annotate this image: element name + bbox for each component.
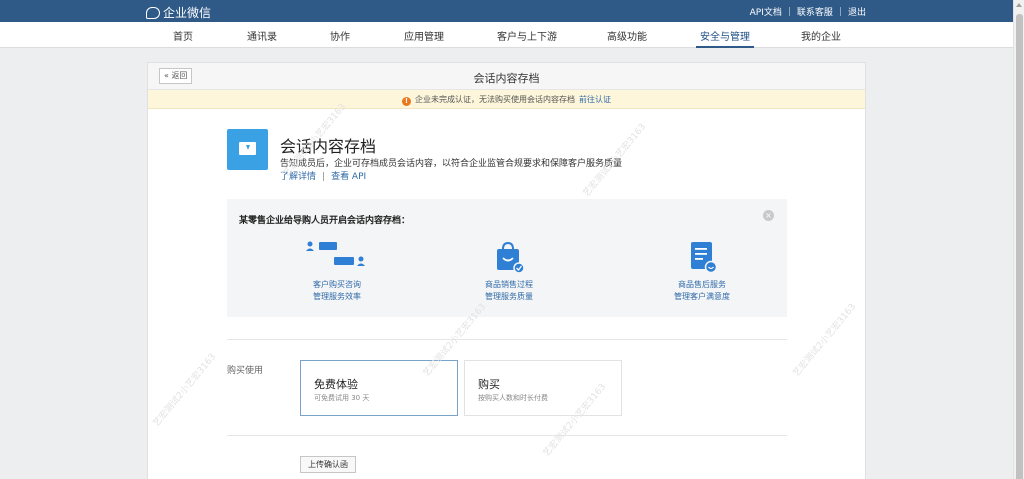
logout-link[interactable]: 退出 xyxy=(848,5,866,18)
close-icon[interactable]: × xyxy=(763,210,774,221)
top-links: API文档 | 联系客服 | 退出 xyxy=(750,5,866,19)
nav-customers-upstream[interactable]: 客户与上下游 xyxy=(497,28,557,43)
use-case-line1: 商品销售过程 xyxy=(485,280,533,289)
top-bar: 企业微信 API文档 | 联系客服 | 退出 xyxy=(0,0,1013,22)
section-divider xyxy=(227,339,787,340)
nav-app-management[interactable]: 应用管理 xyxy=(404,28,444,43)
free-trial-option[interactable]: 免费体验 可免费试用 30 天 xyxy=(300,360,458,416)
watermark: 艺宏测试2小艺宏3163 xyxy=(151,352,219,429)
option-title: 购买 xyxy=(478,378,500,391)
panel-header: « 返回 会话内容存档 xyxy=(148,63,865,90)
feature-title: 会话内容存档 xyxy=(280,137,377,156)
go-verify-link[interactable]: 前往认证 xyxy=(579,95,611,104)
buy-option[interactable]: 购买 按购买人数和时长付费 xyxy=(464,360,622,416)
use-case-line2: 管理服务效率 xyxy=(313,292,361,301)
warning-text: 企业未完成认证，无法购买使用会话内容存档 xyxy=(415,95,575,104)
document-smile-icon xyxy=(686,241,718,274)
link-separator: | xyxy=(322,172,326,182)
nav-contacts[interactable]: 通讯录 xyxy=(247,28,277,43)
use-case-box: 某零售企业给导购人员开启会话内容存档： × 客户购买咨询 管理服务效率 商品销售… xyxy=(227,199,787,317)
link-separator: | xyxy=(787,6,791,17)
page-title: 会话内容存档 xyxy=(473,72,540,85)
learn-more-link[interactable]: 了解详情 xyxy=(280,172,316,182)
feature-links: 了解详情 | 查看 API xyxy=(280,169,366,182)
scroll-up-arrow-icon[interactable] xyxy=(1016,3,1022,7)
chat-people-icon xyxy=(305,241,369,273)
feature-description: 告知成员后，企业可存档成员会话内容，以符合企业监管合规要求和保障客户服务质量 xyxy=(280,159,623,169)
upload-confirmation-button[interactable]: 上传确认函 xyxy=(300,456,356,473)
use-case-item: 商品售后服务 管理客户满意度 xyxy=(632,241,772,303)
api-docs-link[interactable]: API文档 xyxy=(750,5,782,18)
use-case-line1: 客户购买咨询 xyxy=(313,280,361,289)
nav-my-company[interactable]: 我的企业 xyxy=(801,28,841,43)
verification-warning-bar: ! 企业未完成认证，无法购买使用会话内容存档 前往认证 xyxy=(148,90,865,109)
link-separator: | xyxy=(838,6,842,17)
use-case-line2: 管理服务质量 xyxy=(485,292,533,301)
use-case-title: 某零售企业给导购人员开启会话内容存档： xyxy=(239,216,411,226)
page-scrollbar[interactable] xyxy=(1013,0,1024,479)
shopping-bag-icon xyxy=(493,241,525,274)
nav-security-management[interactable]: 安全与管理 xyxy=(696,28,754,48)
main-nav: 首页 通讯录 协作 应用管理 客户与上下游 高级功能 安全与管理 我的企业 xyxy=(0,22,1013,48)
scrollbar-thumb[interactable] xyxy=(1016,14,1023,479)
option-title: 免费体验 xyxy=(314,378,358,391)
use-case-item: 商品销售过程 管理服务质量 xyxy=(439,241,579,303)
logo-text: 企业微信 xyxy=(163,6,212,20)
option-subtitle: 按购买人数和时长付费 xyxy=(478,394,548,402)
section-divider xyxy=(227,435,787,436)
wecom-logo-icon xyxy=(146,6,160,19)
watermark: 艺宏测试2小艺宏3163 xyxy=(791,302,859,379)
nav-advanced-features[interactable]: 高级功能 xyxy=(607,28,647,43)
content-panel: « 返回 会话内容存档 ! 企业未完成认证，无法购买使用会话内容存档 前往认证 会话… xyxy=(147,62,866,479)
contact-support-link[interactable]: 联系客服 xyxy=(797,5,833,18)
purchase-label: 购买使用 xyxy=(227,366,264,376)
use-case-item: 客户购买咨询 管理服务效率 xyxy=(267,241,407,303)
nav-collaboration[interactable]: 协作 xyxy=(330,28,350,43)
option-subtitle: 可免费试用 30 天 xyxy=(314,394,370,402)
archive-download-icon xyxy=(227,129,268,170)
warning-icon: ! xyxy=(402,97,411,106)
view-api-link[interactable]: 查看 API xyxy=(331,172,366,182)
use-case-line2: 管理客户满意度 xyxy=(674,292,730,301)
use-case-line1: 商品售后服务 xyxy=(678,280,726,289)
nav-home[interactable]: 首页 xyxy=(173,28,193,43)
app-logo[interactable]: 企业微信 xyxy=(146,4,211,21)
